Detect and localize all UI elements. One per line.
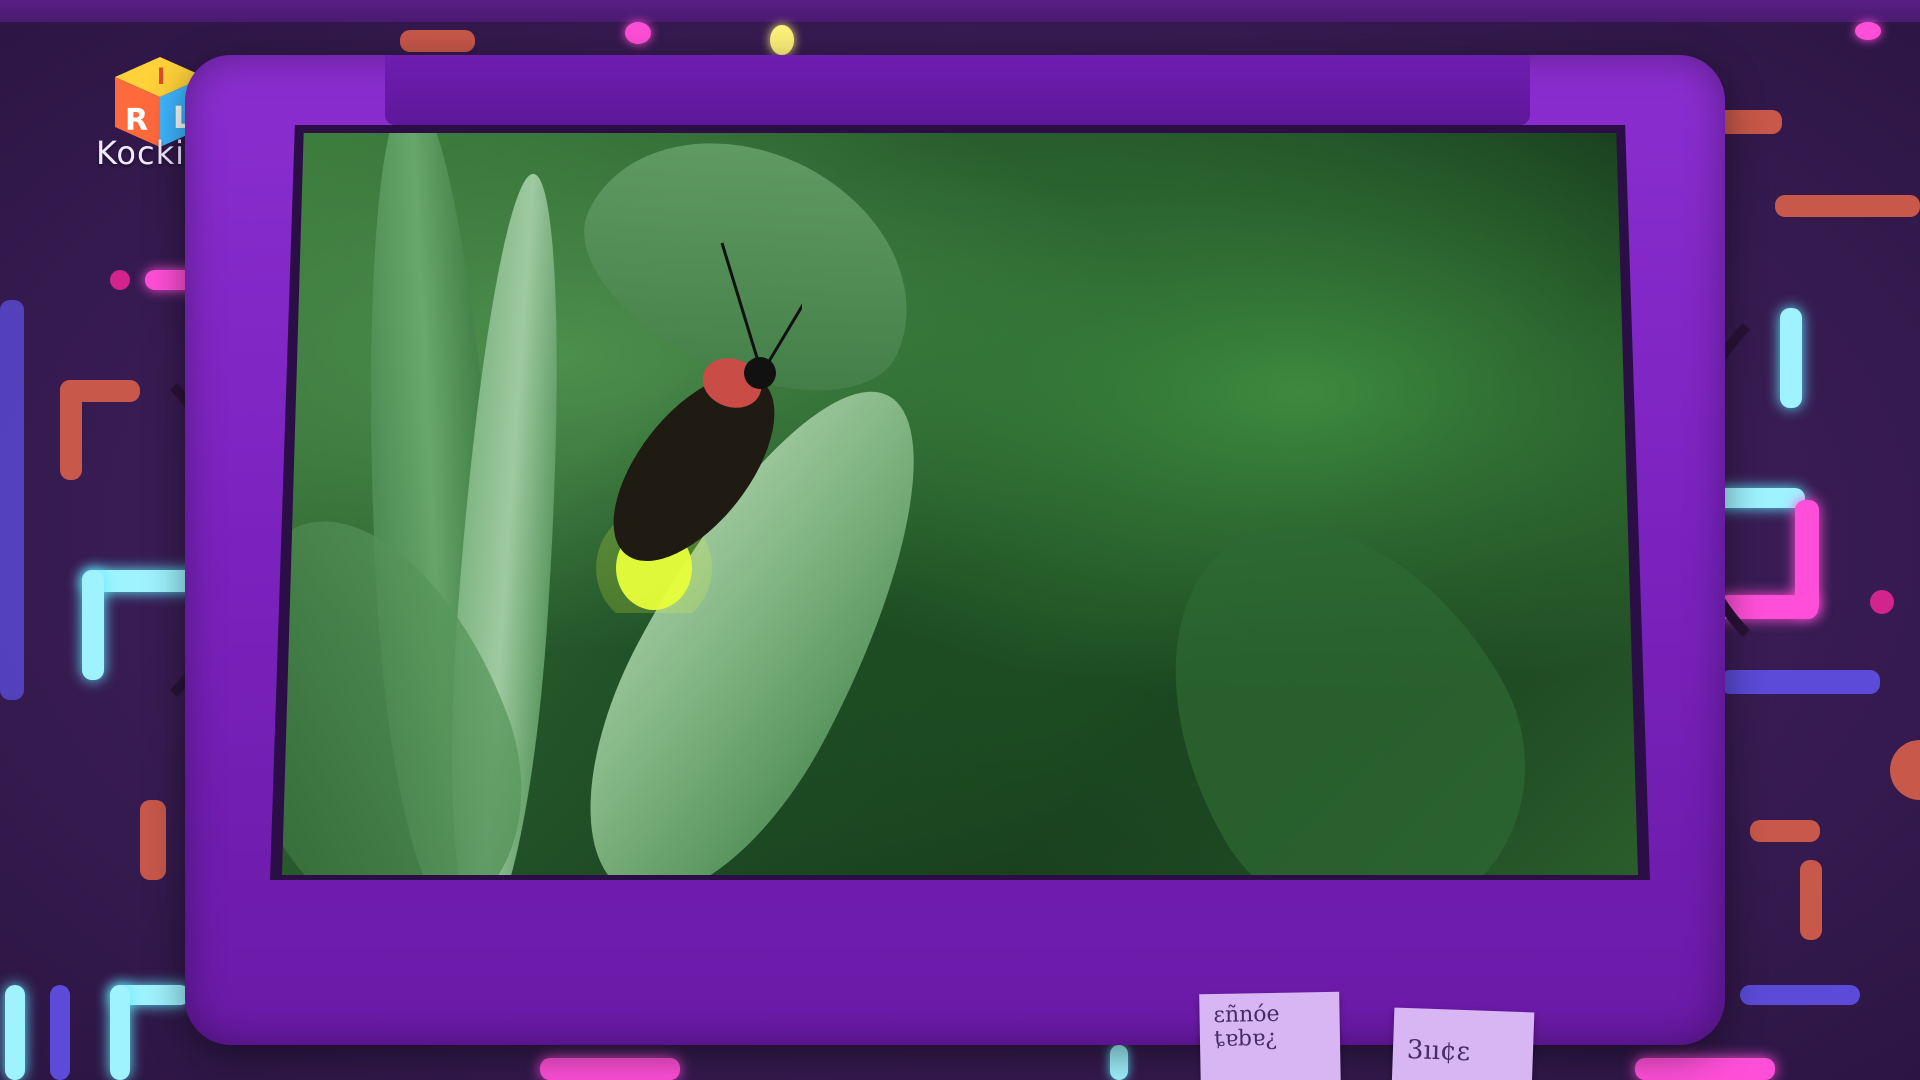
note-line: 3ıı¢ɛ xyxy=(1406,1035,1471,1068)
decor-dot xyxy=(770,25,794,55)
decor-bar xyxy=(1775,195,1920,217)
decor-bar xyxy=(110,985,130,1080)
decor-bar xyxy=(540,1058,680,1080)
monitor-top-bar xyxy=(385,55,1530,125)
note-line: ɛñnóe xyxy=(1213,1001,1280,1028)
note-line: ȶɐbɐ¿ xyxy=(1213,1026,1278,1053)
decor-bar xyxy=(1740,985,1860,1005)
sticky-note: ɛñnóe ȶɐbɐ¿ xyxy=(1199,991,1341,1080)
decor-bar xyxy=(50,985,70,1080)
decor-bar xyxy=(5,985,25,1080)
firefly xyxy=(596,242,802,613)
scene-background: I R L Kockica ɛñnóe ȶɐbɐ¿ 3ıı¢ɛ xyxy=(0,0,1920,1080)
decor-bar xyxy=(1800,860,1822,940)
cube-letter-top: I xyxy=(157,65,165,90)
decor-bar xyxy=(140,800,166,880)
leaf-background xyxy=(1098,461,1586,875)
decor-dot xyxy=(1855,22,1881,40)
decor-bar xyxy=(1750,820,1820,842)
sticky-note: 3ıı¢ɛ xyxy=(1391,1007,1535,1080)
decor-dot xyxy=(1890,740,1920,800)
video-screen[interactable] xyxy=(282,133,1638,875)
decor-bar xyxy=(400,30,475,52)
decor-dot xyxy=(110,270,130,290)
decor-bar xyxy=(1635,1058,1775,1080)
cube-letter-left: R xyxy=(125,103,148,138)
top-strip xyxy=(0,0,1920,22)
decor-dot xyxy=(625,22,651,44)
decor-bar xyxy=(1110,1045,1128,1080)
